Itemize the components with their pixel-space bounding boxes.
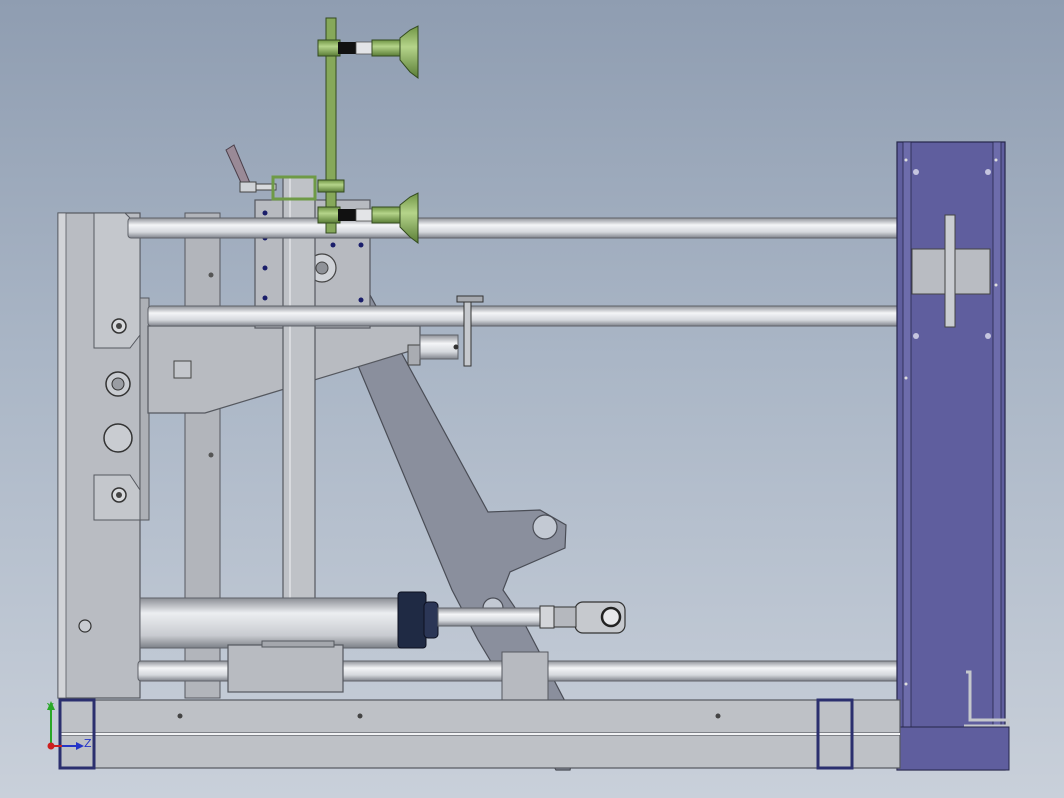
lever-handle[interactable] — [225, 144, 251, 188]
guide-rod-upper — [127, 217, 951, 239]
rear-column-hole — [208, 452, 214, 458]
rod-collar — [419, 334, 459, 360]
clamp-plate[interactable] — [463, 297, 472, 367]
frame-hole — [78, 619, 92, 633]
cylinder-end-cap — [397, 591, 427, 649]
axis-z-label: Z — [84, 737, 92, 750]
center-mast — [282, 176, 316, 644]
base-rail-upper — [59, 699, 901, 734]
cad-viewport[interactable]: Y Z — [0, 0, 1064, 798]
mast-base-block — [227, 644, 344, 693]
bearing-hole — [103, 423, 133, 453]
beam-end-tab — [407, 344, 421, 366]
axis-y-label: Y — [46, 701, 54, 714]
rear-column-hole — [208, 272, 214, 278]
lever-nut — [239, 181, 257, 193]
rod-end-plate — [944, 214, 956, 328]
beam-slot — [173, 360, 192, 379]
guide-rod-middle — [147, 305, 951, 327]
swing-arm-hole — [532, 514, 558, 540]
assembly-drawing: Y Z — [46, 17, 1010, 771]
base-rail-lower — [59, 734, 901, 769]
piston-rod — [437, 607, 544, 627]
arm-slide-block — [501, 651, 549, 705]
left-frame-edge — [57, 212, 67, 699]
clamp-knob[interactable] — [456, 295, 484, 303]
